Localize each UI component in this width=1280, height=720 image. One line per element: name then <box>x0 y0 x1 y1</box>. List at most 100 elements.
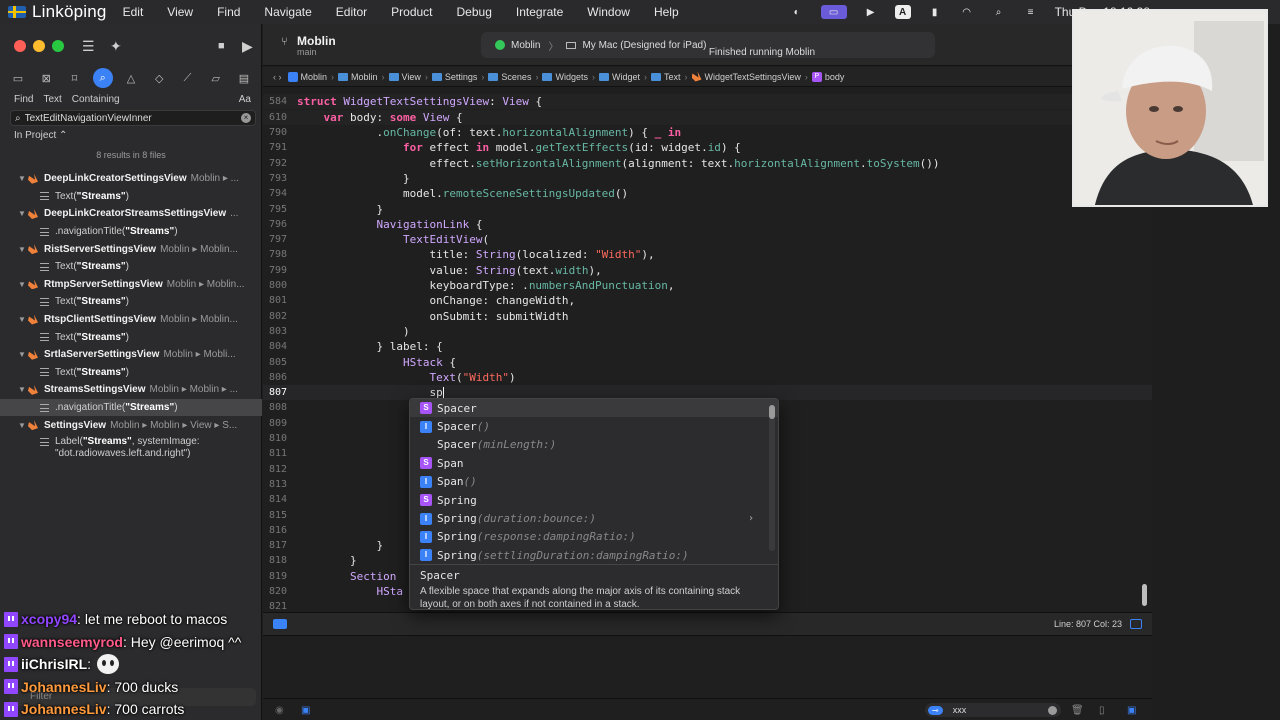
crumb-folder[interactable]: Scenes <box>488 72 531 82</box>
code-line[interactable]: 792 effect.setHorizontalAlignment(alignm… <box>263 156 1152 171</box>
menu-help[interactable]: Help <box>654 5 679 19</box>
code-line[interactable]: 803 ) <box>263 324 1152 339</box>
menu-editor[interactable]: Editor <box>336 5 367 19</box>
debug-navigator-icon[interactable]: ⟋ <box>178 68 198 88</box>
find-scope-selector[interactable]: In Project ⌃ <box>14 130 67 141</box>
result-match-row[interactable]: .navigationTitle("Streams") <box>0 223 262 241</box>
code-line[interactable]: 805 HStack { <box>263 355 1152 370</box>
back-forward-icon[interactable]: ‹ › <box>273 72 282 82</box>
panel-icon[interactable]: ▣ <box>1127 705 1137 716</box>
issue-navigator-icon[interactable]: △ <box>121 68 141 88</box>
find-match[interactable]: Containing <box>72 94 120 105</box>
hide-debug-area-icon[interactable] <box>273 619 287 629</box>
menu-debug[interactable]: Debug <box>457 5 492 19</box>
result-match-row[interactable]: Text("Streams") <box>0 258 262 276</box>
breakpoint-navigator-icon[interactable]: ▱ <box>206 68 226 88</box>
menu-integrate[interactable]: Integrate <box>516 5 563 19</box>
result-match-row[interactable]: Text("Streams") <box>0 328 262 346</box>
code-line[interactable]: 791 for effect in model.getTextEffects(i… <box>263 140 1152 155</box>
bookmark-icon[interactable]: ⌑ <box>65 68 85 88</box>
code-line[interactable]: 804 } label: { <box>263 339 1152 354</box>
code-line[interactable]: 798 title: String(localized: "Width"), <box>263 247 1152 262</box>
completion-item[interactable]: I Spring (duration:bounce:) › <box>410 509 778 527</box>
result-file-row[interactable]: ▼ SrtlaServerSettingsView Moblin ▸ Mobli..… <box>0 346 262 364</box>
code-line[interactable]: 793 } <box>263 171 1152 186</box>
completion-item[interactable]: S Span <box>410 454 778 472</box>
code-line[interactable]: 797 TextEditView( <box>263 232 1152 247</box>
crumb-file[interactable]: WidgetTextSettingsView <box>691 71 801 82</box>
crumb-folder[interactable]: Widgets <box>542 72 588 82</box>
auto-icon[interactable]: ▣ <box>301 705 311 716</box>
code-line[interactable]: 806 Text("Width") <box>263 370 1152 385</box>
crumb-folder[interactable]: Settings <box>431 72 477 82</box>
completion-item[interactable]: I Span() <box>410 473 778 491</box>
clear-search-icon[interactable]: × <box>241 113 251 123</box>
assistant-sparkle-icon[interactable]: ✦ <box>110 38 122 55</box>
sticky-scope-line[interactable]: 584 struct WidgetTextSettingsView: View { <box>263 94 1152 110</box>
editor-scrollbar[interactable] <box>1142 584 1147 606</box>
match-case-toggle[interactable]: Aa <box>239 94 251 105</box>
console-filter-field[interactable]: ⊸ xxx <box>925 703 1061 717</box>
crumb-folder[interactable]: Moblin <box>338 72 378 82</box>
close-window-button[interactable] <box>14 40 26 52</box>
screen-mirror-icon[interactable]: ▭ <box>820 5 847 19</box>
spotlight-icon[interactable]: ⌕ <box>991 5 1007 19</box>
find-navigator-icon[interactable]: ⌕ <box>92 68 113 88</box>
result-file-row[interactable]: ▼ DeepLinkCreatorStreamsSettingsView... <box>0 205 262 223</box>
trash-icon[interactable]: 🗑 <box>1071 705 1084 716</box>
project-navigator-icon[interactable]: ▭ <box>8 68 28 88</box>
menu-window[interactable]: Window <box>587 5 630 19</box>
input-source-icon[interactable]: A <box>894 5 911 19</box>
code-line[interactable]: 795 } <box>263 202 1152 217</box>
chevron-right-icon[interactable]: › <box>748 513 754 524</box>
result-match-row-selected[interactable]: .navigationTitle("Streams") <box>0 398 262 417</box>
code-line[interactable]: 796 NavigationLink { <box>263 217 1152 232</box>
eye-icon[interactable]: ◉ <box>275 705 285 716</box>
run-destination[interactable]: My Mac (Designed for iPad) <box>582 40 706 51</box>
report-navigator-icon[interactable]: ▤ <box>234 68 254 88</box>
result-file-row[interactable]: ▼ RtmpServerSettingsView Moblin ▸ Moblin..… <box>0 276 262 294</box>
result-file-row[interactable]: ▼ DeepLinkCreatorSettingsView Moblin ▸ ... <box>0 170 262 188</box>
menu-find[interactable]: Find <box>217 5 240 19</box>
result-match-row[interactable]: Text("Streams") <box>0 293 262 311</box>
split-view-icon[interactable] <box>1130 619 1142 629</box>
menu-product[interactable]: Product <box>391 5 432 19</box>
completion-item[interactable]: S Spring <box>410 491 778 509</box>
result-match-row[interactable]: Label("Streams", systemImage: "dot.radio… <box>0 434 262 464</box>
code-line[interactable]: 802 onSubmit: submitWidth <box>263 309 1152 324</box>
completion-item[interactable]: I Spring (settlingDuration:dampingRatio:) <box>410 546 778 564</box>
find-search-input[interactable] <box>24 112 241 124</box>
code-line[interactable]: 794 model.remoteSceneSettingsUpdated() <box>263 186 1152 201</box>
split-icon[interactable]: ▯ <box>1099 705 1109 716</box>
clear-filter-icon[interactable] <box>1048 705 1057 715</box>
crumb-folder[interactable]: Widget <box>598 72 640 82</box>
stop-button[interactable]: ■ <box>218 40 225 52</box>
sticky-scope-line[interactable]: 610 var body: some View { <box>263 110 1152 126</box>
completion-item-selected[interactable]: S Spacer <box>410 399 778 418</box>
run-button[interactable]: ▶ <box>242 38 253 55</box>
wifi-icon[interactable]: ◠ <box>959 5 975 19</box>
completion-item[interactable]: I Spacer() <box>410 417 778 435</box>
find-type[interactable]: Text <box>43 94 61 105</box>
result-file-row[interactable]: ▼ RistServerSettingsView Moblin ▸ Moblin..… <box>0 240 262 258</box>
debug-console[interactable]: ◉ ▣ ⊸ xxx 🗑 ▯ ▣ <box>263 637 1152 720</box>
result-match-row[interactable]: Text("Streams") <box>0 188 262 206</box>
code-line[interactable]: 801 onChange: changeWidth, <box>263 293 1152 308</box>
code-line[interactable]: 800 keyboardType: .numbersAndPunctuation… <box>263 278 1152 293</box>
completion-item[interactable]: I Spring (response:dampingRatio:) <box>410 528 778 546</box>
result-file-row[interactable]: ▼ RtspClientSettingsView Moblin ▸ Moblin..… <box>0 311 262 329</box>
result-file-row[interactable]: ▼ SettingsView Moblin ▸ Moblin ▸ View ▸ S.… <box>0 416 262 434</box>
crumb-folder[interactable]: Text <box>650 72 681 82</box>
run-target[interactable]: Moblin <box>511 40 540 51</box>
menu-view[interactable]: View <box>167 5 193 19</box>
scheme-name[interactable]: Moblin <box>297 34 336 48</box>
result-file-row[interactable]: ▼ StreamsSettingsView Moblin ▸ Moblin ▸ ..… <box>0 381 262 399</box>
control-center-icon[interactable]: ≡ <box>1023 5 1039 19</box>
battery-icon[interactable]: ▮ <box>927 5 943 19</box>
code-line[interactable]: 799 value: String(text.width), <box>263 263 1152 278</box>
sidebar-toggle-icon[interactable]: ☰ <box>82 38 95 55</box>
code-line[interactable]: 790 .onChange(of: text.horizontalAlignme… <box>263 125 1152 140</box>
test-navigator-icon[interactable]: ◇ <box>149 68 169 88</box>
menu-edit[interactable]: Edit <box>123 5 144 19</box>
crumb-symbol[interactable]: Pbody <box>811 71 844 82</box>
